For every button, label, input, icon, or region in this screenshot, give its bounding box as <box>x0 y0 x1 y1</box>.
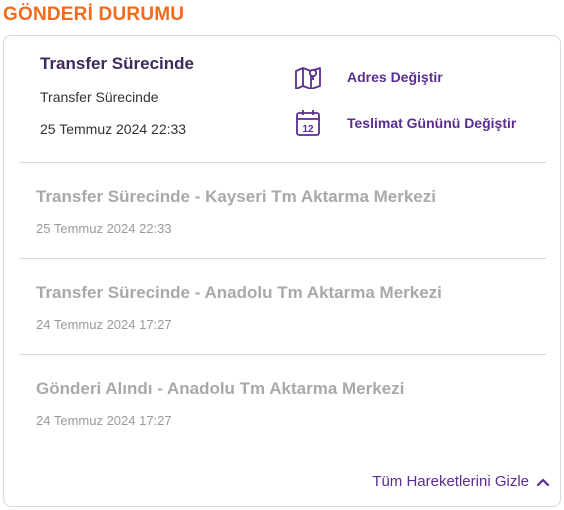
section-title: GÖNDERİ DURUMU <box>3 4 185 25</box>
calendar-icon: 12 <box>294 108 322 138</box>
history-item-date: 24 Temmuz 2024 17:27 <box>36 317 172 332</box>
chevron-up-icon <box>536 475 550 489</box>
calendar-icon-number: 12 <box>302 124 314 135</box>
current-status-title: Transfer Sürecinde <box>40 54 195 73</box>
hide-all-movements-label: Tüm Hareketlerini Gizle <box>372 473 529 490</box>
history-item: Gönderi Alındı - Anadolu Tm Aktarma Merk… <box>36 379 536 428</box>
history-item-date: 25 Temmuz 2024 22:33 <box>36 221 172 236</box>
history-item: Transfer Sürecinde - Kayseri Tm Aktarma … <box>36 187 536 236</box>
current-status-subtitle: Transfer Sürecinde <box>40 89 159 105</box>
divider <box>20 258 546 259</box>
change-address-button[interactable]: Adres Değiştir <box>294 62 443 92</box>
history-item: Transfer Sürecinde - Anadolu Tm Aktarma … <box>36 283 536 332</box>
history-item-title: Transfer Sürecinde - Anadolu Tm Aktarma … <box>36 283 442 302</box>
hide-all-movements-button[interactable]: Tüm Hareketlerini Gizle <box>372 473 550 490</box>
divider <box>20 162 546 163</box>
current-status-date: 25 Temmuz 2024 22:33 <box>40 121 187 137</box>
history-item-date: 24 Temmuz 2024 17:27 <box>36 413 172 428</box>
change-delivery-day-label: Teslimat Gününü Değiştir <box>347 115 517 131</box>
divider <box>20 354 546 355</box>
map-pin-icon <box>294 62 322 92</box>
change-address-label: Adres Değiştir <box>347 69 443 85</box>
history-item-title: Transfer Sürecinde - Kayseri Tm Aktarma … <box>36 187 436 206</box>
shipment-status-card: Transfer Sürecinde Transfer Sürecinde 25… <box>3 35 561 507</box>
change-delivery-day-button[interactable]: 12 Teslimat Gününü Değiştir <box>294 108 516 138</box>
history-item-title: Gönderi Alındı - Anadolu Tm Aktarma Merk… <box>36 379 405 398</box>
current-status: Transfer Sürecinde Transfer Sürecinde 25… <box>4 36 560 163</box>
